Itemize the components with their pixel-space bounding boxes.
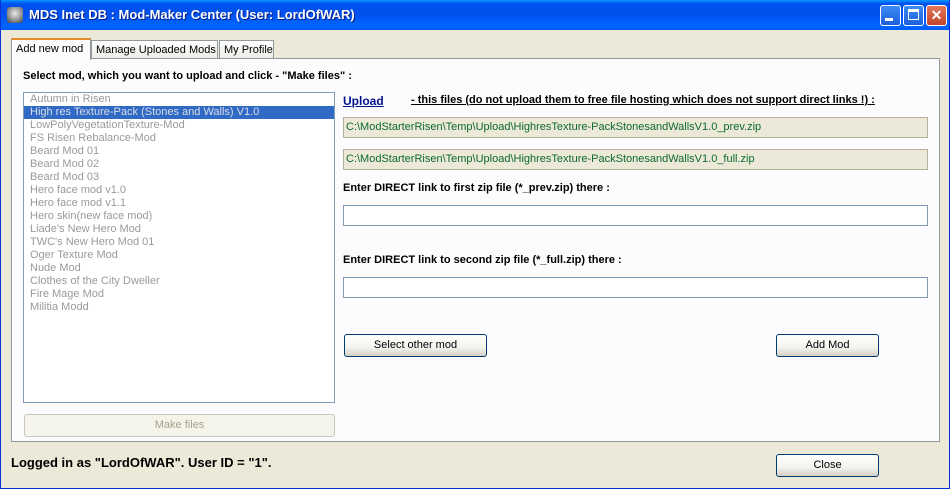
list-item[interactable]: FS Risen Rebalance-Mod <box>24 132 334 145</box>
status-text: Logged in as "LordOfWAR". User ID = "1". <box>11 455 272 470</box>
first-link-label: Enter DIRECT link to first zip file (*_p… <box>343 182 610 194</box>
second-link-input[interactable] <box>343 277 928 298</box>
list-item[interactable]: Nude Mod <box>24 262 334 275</box>
title-bar[interactable]: MDS Inet DB : Mod-Maker Center (User: Lo… <box>1 0 949 30</box>
minimize-button[interactable] <box>880 5 901 26</box>
tab-my-profile[interactable]: My Profile <box>219 40 274 59</box>
list-item[interactable]: Beard Mod 02 <box>24 158 334 171</box>
list-item[interactable]: Beard Mod 03 <box>24 171 334 184</box>
select-other-mod-button[interactable]: Select other mod <box>344 334 487 357</box>
list-item[interactable]: High res Texture-Pack (Stones and Walls)… <box>24 106 334 119</box>
list-item[interactable]: Hero skin(new face mod) <box>24 210 334 223</box>
maximize-button[interactable] <box>903 5 924 26</box>
list-item[interactable]: Militia Modd <box>24 301 334 314</box>
list-item[interactable]: Liade's New Hero Mod <box>24 223 334 236</box>
close-window-button[interactable]: ✕ <box>926 5 947 26</box>
list-item[interactable]: Clothes of the City Dweller <box>24 275 334 288</box>
maximize-icon <box>908 9 919 20</box>
close-icon: ✕ <box>930 7 943 23</box>
second-link-label: Enter DIRECT link to second zip file (*_… <box>343 254 622 266</box>
instruction-label: Select mod, which you want to upload and… <box>23 70 352 82</box>
minimize-icon <box>885 18 893 21</box>
list-item[interactable]: Autumn in Risen <box>24 93 334 106</box>
upload-note: - this files (do not upload them to free… <box>411 94 875 106</box>
upload-link[interactable]: Upload <box>343 94 384 108</box>
tab-add-new-mod[interactable]: Add new mod <box>11 38 91 60</box>
make-files-button[interactable]: Make files <box>24 414 335 437</box>
list-item[interactable]: Oger Texture Mod <box>24 249 334 262</box>
window-title: MDS Inet DB : Mod-Maker Center (User: Lo… <box>29 7 355 22</box>
mod-listbox[interactable]: Autumn in Risen High res Texture-Pack (St… <box>23 92 335 403</box>
add-mod-button[interactable]: Add Mod <box>776 334 879 357</box>
first-link-input[interactable] <box>343 205 928 226</box>
main-window: MDS Inet DB : Mod-Maker Center (User: Lo… <box>0 0 950 489</box>
app-icon[interactable] <box>7 7 23 23</box>
tab-manage-uploaded-mods[interactable]: Manage Uploaded Mods <box>91 40 218 59</box>
full-zip-path-field[interactable]: C:\ModStarterRisen\Temp\Upload\HighresTe… <box>343 149 928 170</box>
close-button[interactable]: Close <box>776 454 879 477</box>
list-item[interactable]: Hero face mod v1.1 <box>24 197 334 210</box>
list-item[interactable]: Fire Mage Mod <box>24 288 334 301</box>
prev-zip-path-field[interactable]: C:\ModStarterRisen\Temp\Upload\HighresTe… <box>343 117 928 138</box>
list-item[interactable]: LowPolyVegetationTexture-Mod <box>24 119 334 132</box>
list-item[interactable]: Hero face mod v1.0 <box>24 184 334 197</box>
list-item[interactable]: Beard Mod 01 <box>24 145 334 158</box>
list-item[interactable]: TWC's New Hero Mod 01 <box>24 236 334 249</box>
